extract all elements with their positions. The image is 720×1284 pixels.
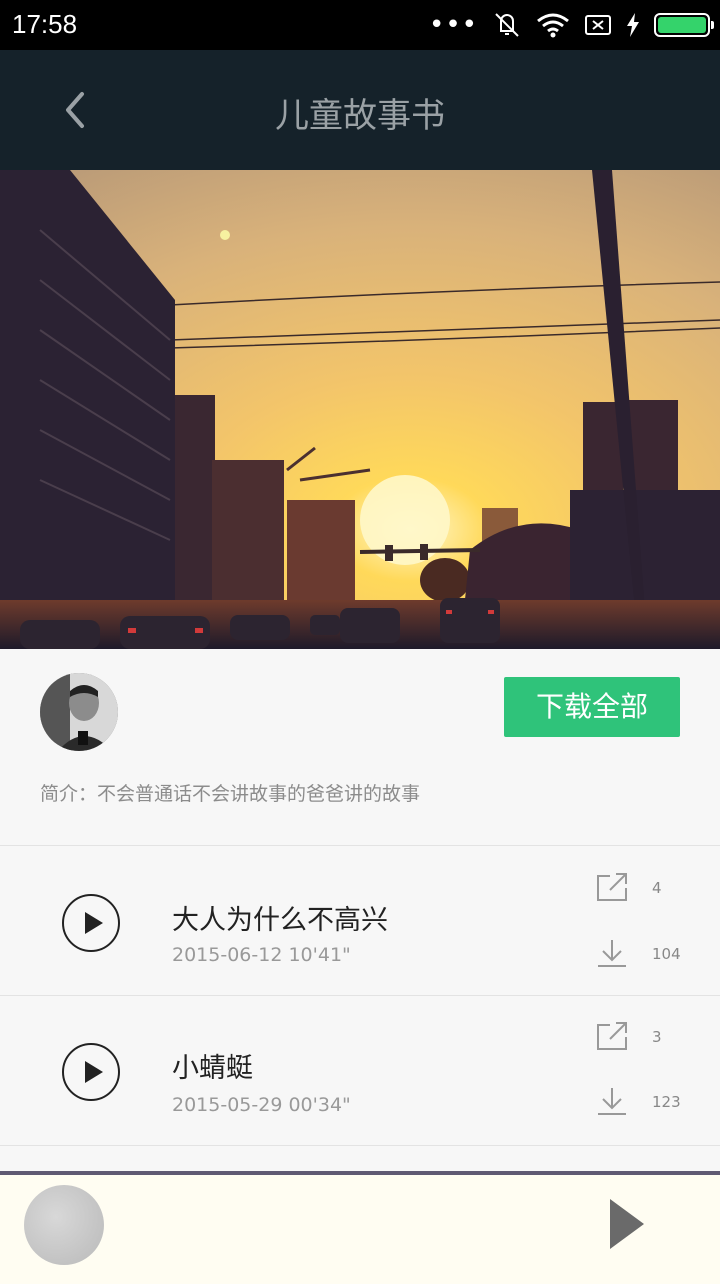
- play-button[interactable]: [62, 1043, 120, 1101]
- app-bar: 儿童故事书: [0, 50, 720, 170]
- album-info: 下载全部 简介：不会普通话不会讲故事的爸爸讲的故事: [0, 649, 720, 846]
- play-button[interactable]: [62, 894, 120, 952]
- more-dots-icon: •••: [428, 10, 478, 40]
- mini-player: [0, 1171, 720, 1284]
- wifi-icon: [537, 13, 569, 38]
- download-icon[interactable]: [596, 1086, 628, 1116]
- track-meta: 2015-06-12 10'41": [172, 944, 351, 966]
- track-date: 2015-06-12: [172, 944, 283, 966]
- status-icons: •••: [428, 10, 714, 40]
- download-all-button[interactable]: 下载全部: [504, 677, 680, 737]
- track-duration: 10'41": [288, 944, 351, 966]
- no-sim-icon: [585, 15, 611, 35]
- download-count: 123: [652, 1093, 681, 1111]
- track-title: 小蜻蜓: [172, 1053, 253, 1084]
- track-duration: 00'34": [288, 1094, 351, 1116]
- track-row[interactable]: 小蜻蜓 2015-05-29 00'34" 3 123: [0, 996, 720, 1146]
- album-cover-image: [0, 170, 720, 649]
- play-icon[interactable]: [610, 1199, 646, 1249]
- battery-icon: [654, 13, 714, 37]
- track-meta: 2015-05-29 00'34": [172, 1094, 351, 1116]
- author-avatar[interactable]: [40, 673, 118, 751]
- status-time: 17:58: [12, 9, 78, 39]
- vibrate-off-icon: [495, 13, 519, 37]
- track-row[interactable]: 大人为什么不高兴 2015-06-12 10'41" 4 104: [0, 846, 720, 996]
- track-date: 2015-05-29: [172, 1094, 283, 1116]
- page-title: 儿童故事书: [275, 96, 445, 136]
- download-icon[interactable]: [596, 938, 628, 968]
- charging-bolt-icon: [627, 13, 639, 37]
- status-bar: 17:58 •••: [0, 0, 720, 50]
- share-count: 3: [652, 1028, 662, 1046]
- share-icon[interactable]: [596, 1021, 628, 1051]
- now-playing-artwork[interactable]: [24, 1185, 104, 1265]
- track-title: 大人为什么不高兴: [172, 905, 388, 936]
- album-intro: 简介：不会普通话不会讲故事的爸爸讲的故事: [40, 783, 421, 805]
- share-icon[interactable]: [596, 872, 628, 902]
- download-count: 104: [652, 945, 681, 963]
- share-count: 4: [652, 879, 662, 897]
